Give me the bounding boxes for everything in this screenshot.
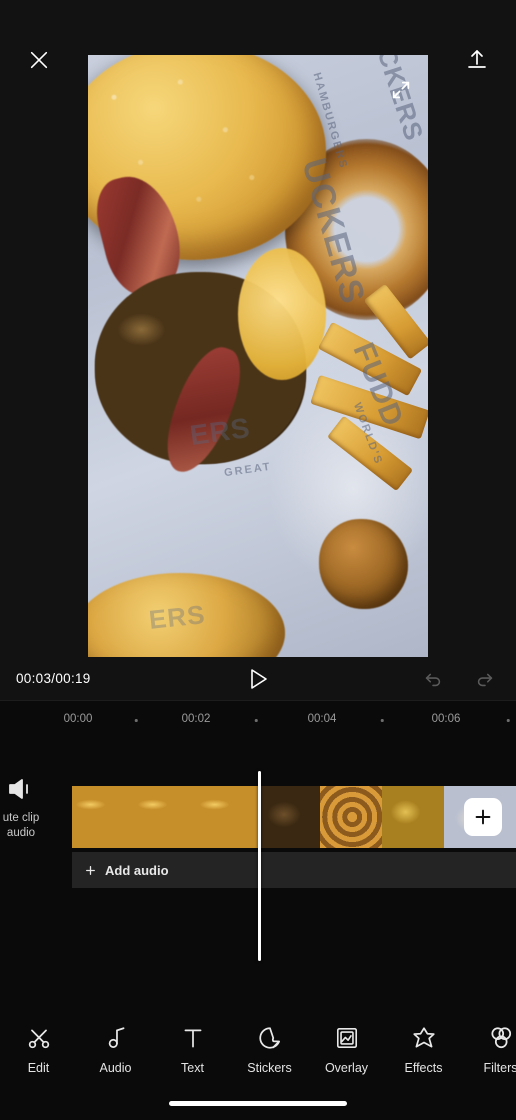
add-audio-label-wrap: Add audio <box>84 863 169 878</box>
time-display: 00:03/00:19 <box>16 671 91 686</box>
add-clip-button[interactable] <box>464 798 502 836</box>
ruler-tick-label: 00:06 <box>431 713 461 725</box>
home-indicator <box>169 1101 347 1106</box>
redo-icon[interactable] <box>470 664 500 694</box>
timeline[interactable]: 00:00 00:02 00:04 00:06 ute clip audio A… <box>0 700 516 1010</box>
history-controls <box>418 664 500 694</box>
undo-icon[interactable] <box>418 664 448 694</box>
text-t-icon <box>180 1024 206 1052</box>
clip-thumbnail[interactable] <box>506 786 516 848</box>
speaker-mute-icon <box>6 776 36 807</box>
tool-overlay-label: Overlay <box>324 1061 369 1075</box>
clip-thumbnail[interactable] <box>196 786 258 848</box>
video-track[interactable] <box>72 786 516 848</box>
tool-stickers[interactable]: Stickers <box>231 1024 308 1075</box>
tool-stickers-label: Stickers <box>247 1061 292 1075</box>
clip-thumbnail[interactable] <box>72 786 134 848</box>
tool-effects[interactable]: Effects <box>385 1024 462 1075</box>
tool-audio[interactable]: Audio <box>77 1024 154 1075</box>
overlay-image-icon <box>334 1024 360 1052</box>
ruler-tick-label: 00:02 <box>181 713 211 725</box>
fullscreen-expand-icon[interactable] <box>384 73 418 107</box>
tool-audio-label: Audio <box>99 1061 132 1075</box>
ruler-tick-dot <box>506 719 510 722</box>
tool-edit[interactable]: Edit <box>0 1024 77 1075</box>
tool-effects-label: Effects <box>404 1061 443 1075</box>
tool-filters[interactable]: Filters <box>462 1024 516 1075</box>
upload-icon[interactable] <box>456 39 498 81</box>
timeline-ruler[interactable]: 00:00 00:02 00:04 00:06 <box>0 700 516 738</box>
close-icon[interactable] <box>18 39 60 81</box>
play-icon[interactable] <box>241 664 275 694</box>
mute-clip-audio-label-line2: audio <box>6 827 36 839</box>
plus-icon <box>86 865 95 875</box>
scissors-icon <box>26 1024 52 1052</box>
playhead[interactable] <box>258 771 261 961</box>
ruler-tick-label: 00:00 <box>63 713 93 725</box>
music-note-icon <box>103 1024 129 1052</box>
ruler-tick-dot <box>380 719 384 722</box>
ruler-tick-dot <box>134 719 138 722</box>
tool-filters-label: Filters <box>483 1061 516 1075</box>
transport-bar: 00:03/00:19 <box>0 657 516 700</box>
tool-overlay[interactable]: Overlay <box>308 1024 385 1075</box>
sparkle-star-icon <box>411 1024 437 1052</box>
clip-thumbnail[interactable] <box>258 786 320 848</box>
tool-edit-label: Edit <box>27 1061 50 1075</box>
add-audio-label: Add audio <box>105 862 169 878</box>
ruler-tick-dot <box>254 719 258 722</box>
clip-thumbnail[interactable] <box>320 786 382 848</box>
wrapper-brand-text: ERS <box>147 599 208 635</box>
sticker-icon <box>257 1024 283 1052</box>
clip-thumbnail[interactable] <box>382 786 444 848</box>
tool-text[interactable]: Text <box>154 1024 231 1075</box>
add-audio-track[interactable]: Add audio <box>72 852 516 888</box>
tool-text-label: Text <box>181 1061 204 1075</box>
filters-circles-icon <box>488 1024 514 1052</box>
video-preview[interactable]: CKERS UCKERS FUDD ERS ERS HAMBURGERS GRE… <box>88 55 428 657</box>
ruler-tick-label: 00:04 <box>307 713 337 725</box>
video-editor-screen: CKERS UCKERS FUDD ERS ERS HAMBURGERS GRE… <box>0 0 516 1120</box>
player-area: CKERS UCKERS FUDD ERS ERS HAMBURGERS GRE… <box>0 0 516 700</box>
preview-image: CKERS UCKERS FUDD ERS ERS HAMBURGERS GRE… <box>88 55 428 657</box>
mute-clip-audio-label-line1: ute clip <box>2 812 40 824</box>
clip-thumbnail[interactable] <box>134 786 196 848</box>
mute-clip-audio-button[interactable]: ute clip audio <box>0 776 54 841</box>
